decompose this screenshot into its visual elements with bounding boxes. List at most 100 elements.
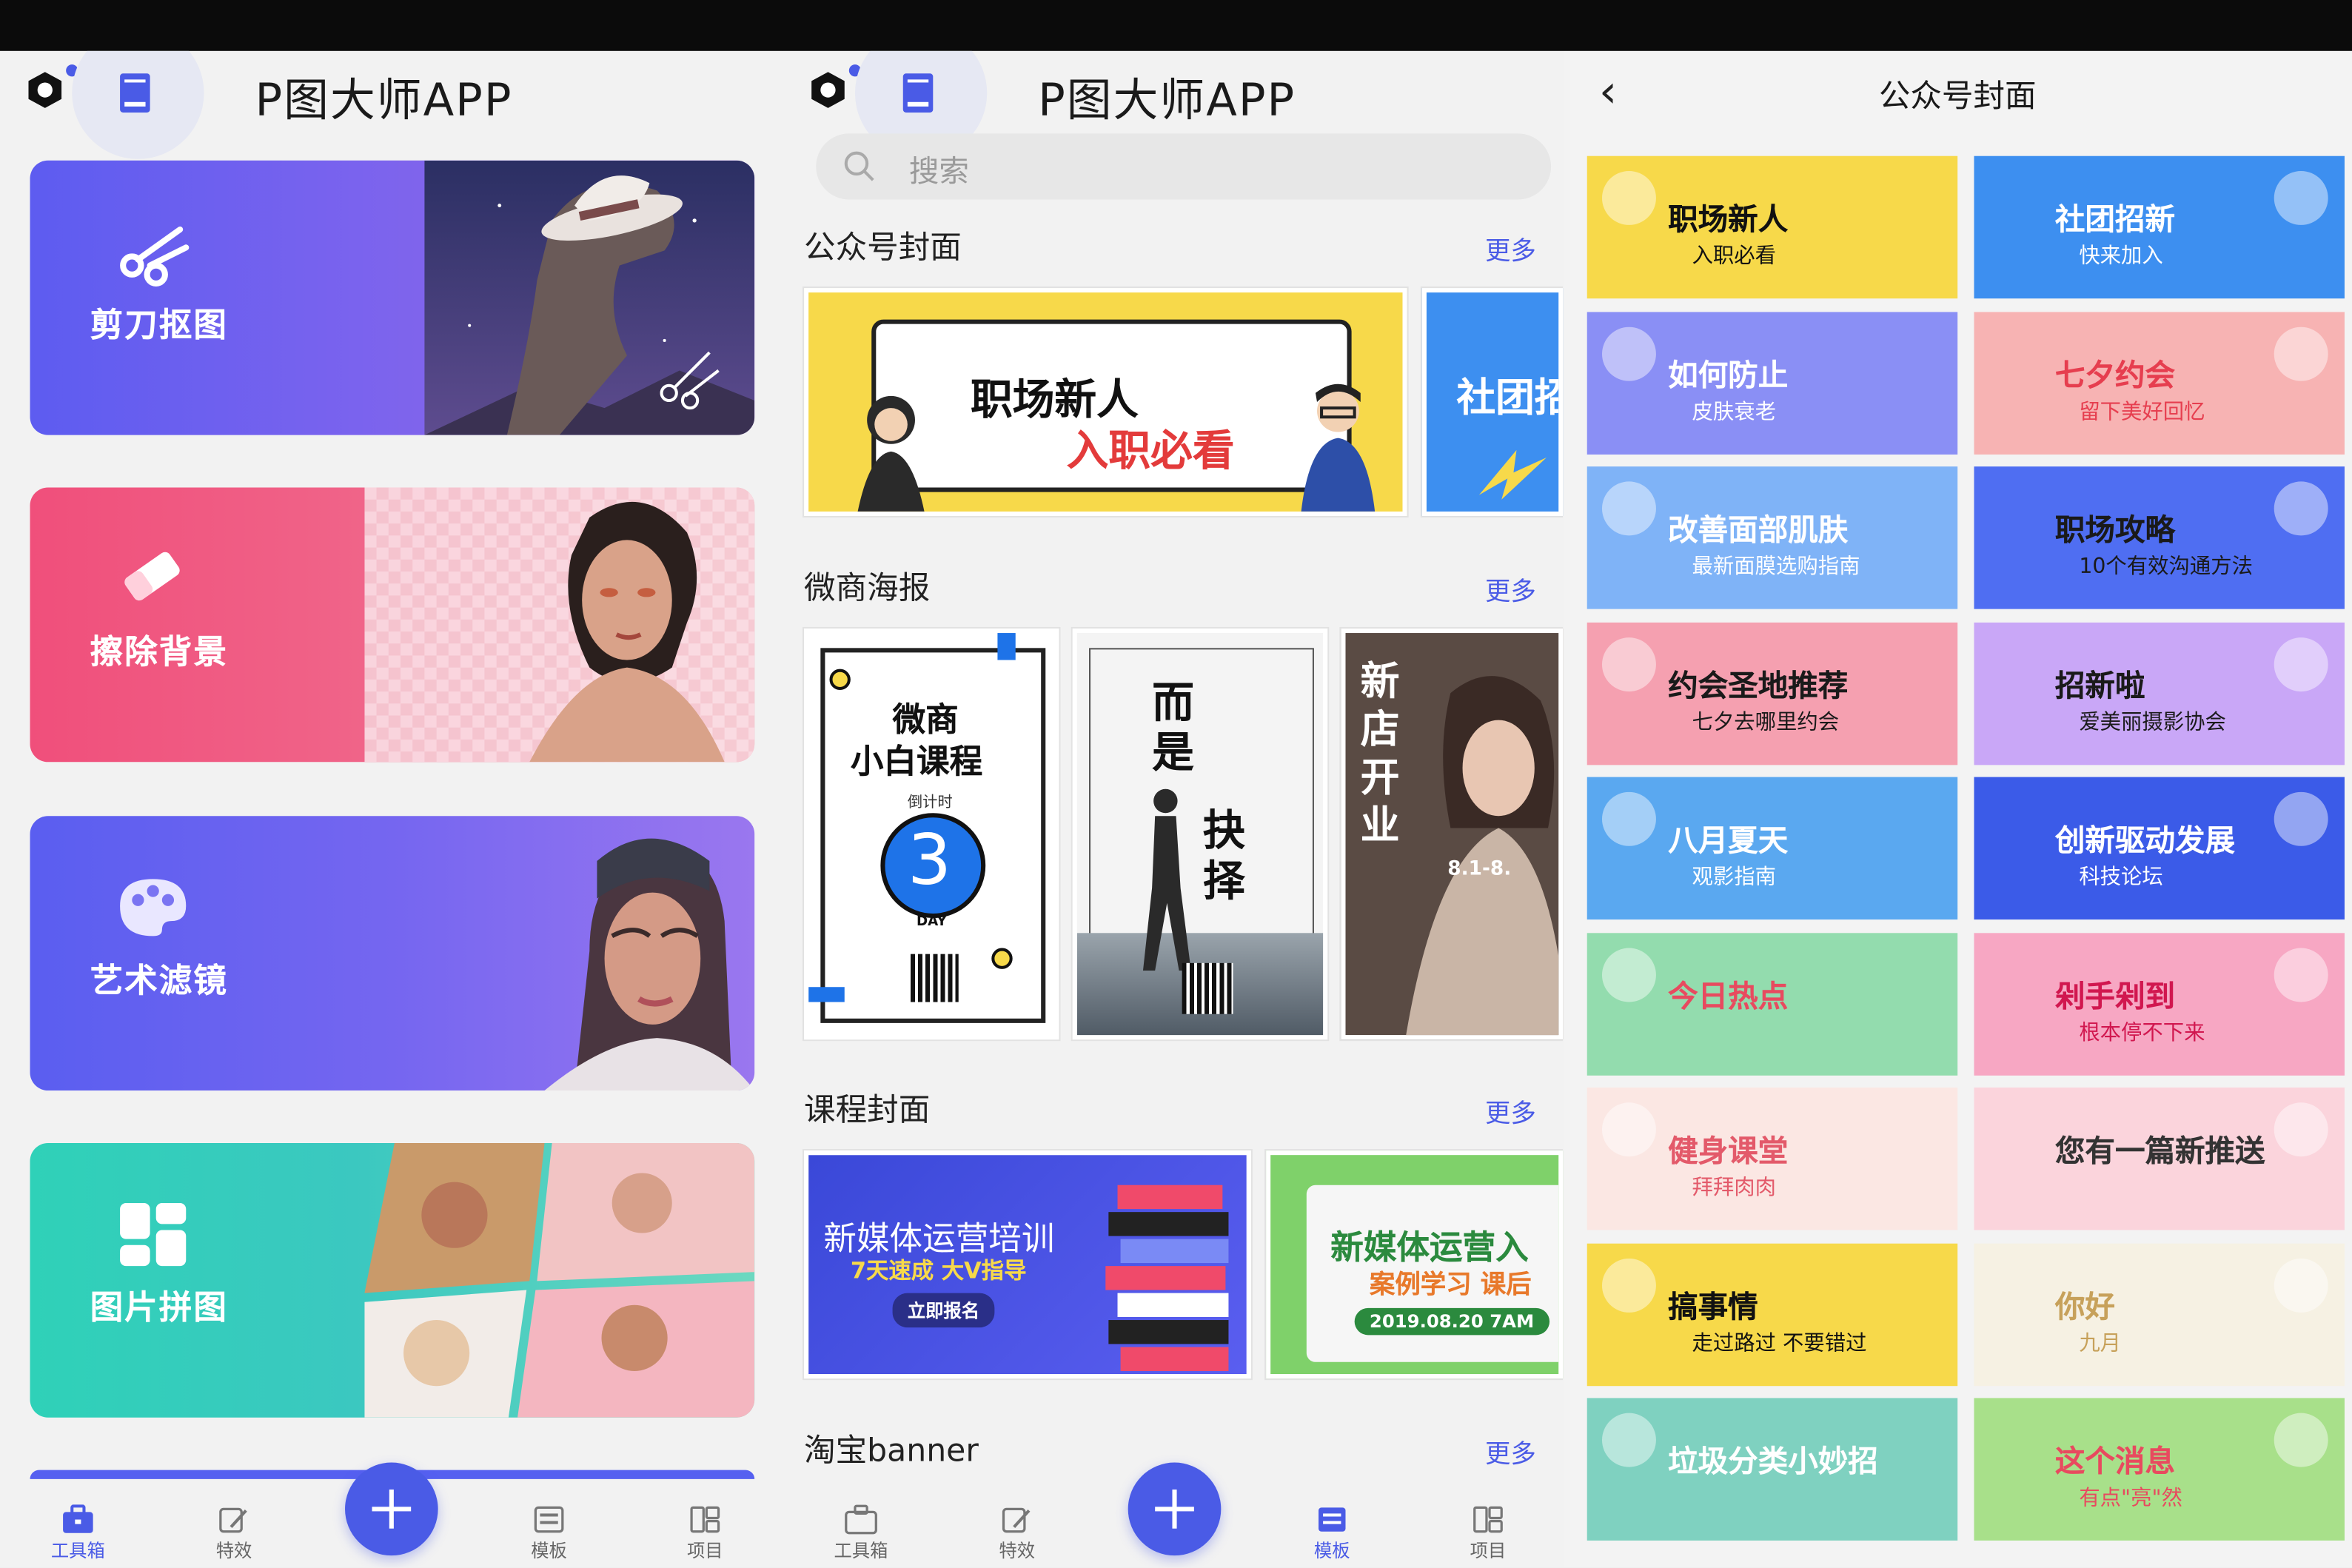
tool-label: 图片拼图 (90, 1290, 229, 1328)
scissors-cutout-card[interactable]: 剪刀抠图 (30, 160, 755, 435)
course-title: 新媒体运营入 (1330, 1230, 1529, 1268)
screen-toolbox: P图大师APP 剪刀抠图 擦除背景 艺术滤镜 图片拼图 工具箱 特效 模板 项目 (0, 50, 783, 1568)
cover-card[interactable]: 健身课堂 拜拜肉肉 (1587, 1087, 1958, 1230)
cover-subtext: 科技论坛 (2079, 865, 2163, 890)
course-thumb[interactable]: 新媒体运营培训 7天速成 大V指导 立即报名 (804, 1150, 1251, 1379)
tab-projects[interactable]: 项目 (1443, 1504, 1533, 1563)
card-decoration (1601, 326, 1656, 381)
cover-card[interactable]: 这个消息 有点"亮"然 (1974, 1398, 2345, 1541)
poster-thumb[interactable]: 新 店 开 业 8.1-8. (1341, 628, 1564, 1040)
tab-templates[interactable]: 模板 (1287, 1504, 1377, 1563)
cover-card[interactable]: 搞事情 走过路过 不要错过 (1587, 1242, 1958, 1386)
tool-label: 剪刀抠图 (90, 307, 229, 346)
cover-card[interactable]: 创新驱动发展科技论坛 (1974, 777, 2345, 920)
section-title: 淘宝banner (804, 1433, 979, 1469)
cover-text: 职场攻略 (2054, 511, 2175, 548)
erase-artwork (364, 487, 755, 763)
art-filter-card[interactable]: 艺术滤镜 (30, 816, 755, 1091)
section-title: 微商海报 (804, 569, 931, 606)
add-button[interactable] (1128, 1462, 1222, 1556)
tab-projects[interactable]: 项目 (660, 1504, 751, 1563)
collage-card[interactable]: 图片拼图 (30, 1142, 755, 1418)
card-decoration (2274, 637, 2328, 691)
bottom-tab-bar: 工具箱 特效 模板 项目 (783, 1462, 1564, 1568)
template-thumb[interactable]: 社团招 (1421, 288, 1564, 517)
card-decoration (1601, 947, 1656, 1002)
collage-artwork (364, 1142, 755, 1418)
templates-icon (534, 1506, 564, 1533)
cover-card[interactable]: 剁手剁到 根本停不下来 (1974, 932, 2345, 1075)
cover-subtext: 观影指南 (1692, 865, 1777, 890)
poster-line1: 微商 (892, 702, 959, 740)
card-decoration (1601, 791, 1656, 846)
tab-templates[interactable]: 模板 (504, 1504, 594, 1563)
poster-thumb[interactable]: 而 是 抉 择 (1072, 628, 1328, 1040)
cover-card[interactable]: 七夕约会 留下美好回忆 (1974, 311, 2345, 454)
cover-card[interactable]: 今日热点 (1587, 932, 1958, 1075)
cover-text: 健身课堂 (1668, 1132, 1789, 1169)
toolbox-icon (63, 1504, 93, 1533)
cover-text: 七夕约会 (2054, 356, 2175, 392)
cover-subtext: 爱美丽摄影协会 (2079, 710, 2226, 734)
cover-card[interactable]: 垃圾分类小妙招 (1587, 1398, 1958, 1541)
cover-text: 改善面部肌肤 (1668, 511, 1849, 548)
cover-card[interactable]: 改善面部肌肤 最新面膜选购指南 (1587, 466, 1958, 609)
card-decoration (2274, 791, 2328, 846)
book-icon[interactable] (117, 72, 153, 114)
cover-card[interactable]: 约会圣地推荐 七夕去哪里约会 (1587, 621, 1958, 765)
top-bar: P图大师APP (783, 50, 1564, 159)
more-link[interactable]: 更多 (1485, 570, 1536, 608)
lightning-shape (1478, 449, 1547, 500)
cover-text: 创新驱动发展 (2054, 822, 2236, 858)
cover-card[interactable]: 招新啦 爱美丽摄影协会 (1974, 621, 2345, 765)
course-thumb[interactable]: 新媒体运营入 案例学习 课后 2019.08.20 7AM (1266, 1150, 1564, 1379)
art-filter-artwork (544, 838, 755, 1091)
cover-subtext: 皮肤衰老 (1692, 399, 1777, 424)
countdown-number: 3 (907, 819, 952, 900)
card-decoration (2274, 1102, 2328, 1157)
palette-icon (120, 879, 187, 937)
card-decoration (1601, 637, 1656, 691)
add-button[interactable] (345, 1462, 438, 1556)
cover-card[interactable]: 你好 九月 (1974, 1242, 2345, 1386)
page-title: 公众号封面 (1878, 78, 2037, 114)
cover-card[interactable]: 您有一篇新推送 (1974, 1087, 2345, 1230)
cover-text: 今日热点 (1668, 977, 1789, 1013)
projects-icon (1473, 1506, 1503, 1533)
poster-thumb[interactable]: 微商 小白课程 倒计时 3 DAY (804, 628, 1059, 1040)
dot-decoration (829, 669, 851, 691)
book-icon[interactable] (900, 72, 937, 114)
boy-figure (1301, 383, 1376, 512)
card-decoration (2274, 481, 2328, 536)
thumb-line1: 社团招 (1456, 376, 1564, 422)
cover-card[interactable]: 社团招新 快来加入 (1974, 155, 2345, 299)
course-button: 立即报名 (892, 1293, 995, 1328)
bottom-tab-bar: 工具箱 特效 模板 项目 (0, 1462, 783, 1568)
erase-background-card[interactable]: 擦除背景 (30, 487, 755, 763)
cover-subtext: 10个有效沟通方法 (2079, 555, 2254, 580)
section-title: 课程封面 (804, 1092, 931, 1128)
blue-block (808, 987, 845, 1002)
search-icon (844, 151, 874, 181)
tab-effects[interactable]: 特效 (189, 1504, 279, 1563)
more-link[interactable]: 更多 (1485, 1092, 1536, 1130)
search-input[interactable]: 搜索 (816, 133, 1552, 200)
tab-effects[interactable]: 特效 (972, 1504, 1062, 1563)
runner-figure (1142, 788, 1191, 971)
tab-toolbox[interactable]: 工具箱 (33, 1504, 124, 1563)
cover-text: 这个消息 (2054, 1443, 2175, 1479)
app-title: P图大师APP (255, 75, 513, 128)
cover-card[interactable]: 职场攻略 10个有效沟通方法 (1974, 466, 2345, 609)
course-subtitle: 7天速成 大V指导 (850, 1256, 1027, 1284)
more-link[interactable]: 更多 (1485, 229, 1536, 267)
more-link[interactable]: 更多 (1485, 1433, 1536, 1470)
cover-card[interactable]: 如何防止 皮肤衰老 (1587, 311, 1958, 454)
cover-card[interactable]: 八月夏天 观影指南 (1587, 777, 1958, 920)
poster-line4: 业 (1360, 804, 1400, 849)
course-title: 新媒体运营培训 (823, 1221, 1055, 1259)
template-thumb[interactable]: 职场新人 入职必看 (804, 288, 1407, 517)
tab-toolbox[interactable]: 工具箱 (816, 1504, 906, 1563)
cover-card[interactable]: 职场新人 入职必看 (1587, 155, 1958, 299)
cover-text: 您有一篇新推送 (2054, 1132, 2265, 1169)
projects-icon (690, 1506, 720, 1533)
